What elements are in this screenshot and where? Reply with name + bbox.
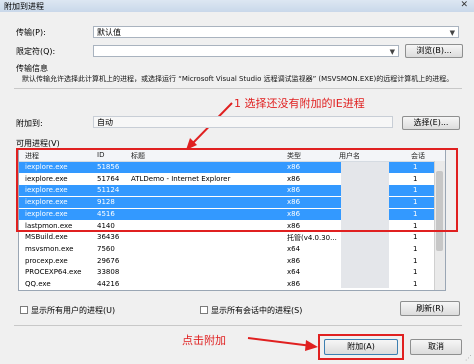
cell-type: x64 — [287, 268, 301, 277]
cell-session: 1 — [413, 233, 418, 242]
cell-session: 1 — [413, 280, 418, 288]
all-sessions-label: 显示所有会话中的进程(S) — [211, 306, 303, 315]
cell-session: 1 — [413, 244, 418, 253]
cell-type: x86 — [287, 280, 301, 288]
annotation-click-attach: 点击附加 — [182, 334, 226, 347]
resize-grip-icon[interactable]: ⋰ — [465, 354, 472, 362]
all-users-label: 显示所有用户的进程(U) — [31, 306, 116, 315]
attach-to-field: 自动 — [93, 116, 393, 128]
all-sessions-checkbox[interactable] — [200, 306, 208, 314]
arrow-to-attach — [247, 337, 313, 347]
cancel-button[interactable]: 取消 — [410, 339, 462, 355]
select-button[interactable]: 选择(E)... — [402, 116, 460, 130]
attach-to-value: 自动 — [97, 118, 113, 127]
cell-id: 7560 — [97, 244, 115, 253]
footer-divider — [14, 325, 462, 326]
cell-type: x64 — [287, 244, 301, 253]
cell-process: PROCEXP64.exe — [25, 268, 82, 277]
cell-id: 29676 — [97, 256, 120, 265]
cell-id: 33808 — [97, 268, 120, 277]
cell-process: procexp.exe — [25, 256, 68, 265]
cell-type: 托管(v4.0.30... — [287, 234, 337, 243]
arrow-head-icon — [305, 340, 318, 351]
all-users-checkbox[interactable] — [20, 306, 28, 314]
cell-process: MSBuild.exe — [25, 233, 68, 242]
refresh-button[interactable]: 刷新(R) — [400, 301, 460, 316]
annotation-selection-box — [16, 148, 458, 232]
cell-type: x86 — [287, 256, 301, 265]
cell-process: QQ.exe — [25, 280, 51, 288]
cell-id: 44216 — [97, 280, 120, 288]
attach-button[interactable]: 附加(A) — [324, 339, 398, 355]
cell-id: 36436 — [97, 233, 120, 242]
attach-to-label: 附加到: — [16, 119, 43, 128]
cell-session: 1 — [413, 268, 418, 277]
cell-session: 1 — [413, 256, 418, 265]
cell-process: msvsmon.exe — [25, 244, 74, 253]
attach-to-process-dialog: 附加到进程 ✕ 传输(P): 默认值 ▼ 限定符(Q): ▼ 浏览(B)... … — [0, 0, 474, 364]
